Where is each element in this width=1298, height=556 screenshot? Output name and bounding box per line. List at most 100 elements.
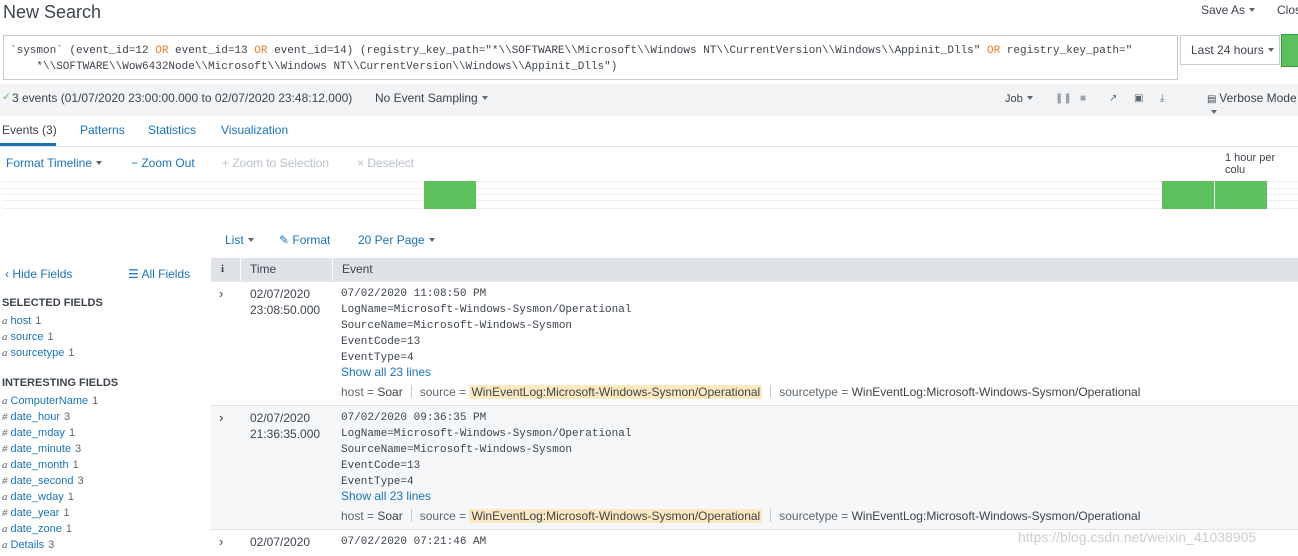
field-type-icon: a	[2, 539, 8, 551]
source-key: source =	[419, 385, 467, 399]
field-count: 1	[47, 331, 54, 343]
sourcetype-value[interactable]: WinEventLog:Microsoft-Windows-Sysmon/Ope…	[852, 509, 1141, 523]
time-range-picker[interactable]: Last 24 hours	[1180, 35, 1280, 65]
host-value[interactable]: Soar	[377, 385, 402, 399]
save-as-menu[interactable]: Save As	[1201, 3, 1255, 17]
format-timeline-menu[interactable]: Format Timeline	[6, 156, 102, 170]
timeline-bar[interactable]	[1215, 181, 1267, 209]
field-item[interactable]: a sourcetype 1	[2, 347, 74, 359]
share-icon[interactable]: ↗	[1109, 93, 1117, 104]
search-mode-menu[interactable]: ▤ Verbose Mode	[1207, 91, 1298, 119]
field-item[interactable]: # date_hour 3	[2, 411, 70, 423]
field-name: date_hour	[10, 411, 61, 423]
selected-fields-heading: SELECTED FIELDS	[2, 297, 103, 309]
list-view-menu[interactable]: List	[225, 233, 254, 247]
tab-visualization[interactable]: Visualization	[221, 123, 288, 137]
host-value[interactable]: Soar	[377, 509, 402, 523]
field-type-icon: #	[2, 507, 8, 519]
sourcetype-key: sourcetype =	[779, 509, 849, 523]
field-count: 1	[63, 507, 70, 519]
show-all-lines-link[interactable]: Show all 23 lines	[341, 365, 431, 379]
sourcetype-value[interactable]: WinEventLog:Microsoft-Windows-Sysmon/Ope…	[852, 385, 1141, 399]
source-key: source =	[419, 509, 467, 523]
source-value[interactable]: WinEventLog:Microsoft-Windows-Sysmon/Ope…	[469, 385, 763, 399]
zoom-selection-label: Zoom to Selection	[232, 156, 330, 170]
tab-events[interactable]: Events (3)	[2, 123, 57, 137]
time-column-header[interactable]: Time	[250, 262, 276, 276]
hide-fields-button[interactable]: ‹ Hide Fields	[5, 267, 72, 281]
source-value[interactable]: WinEventLog:Microsoft-Windows-Sysmon/Ope…	[469, 509, 763, 523]
deselect-button[interactable]: × Deselect	[357, 156, 414, 170]
field-count: 1	[35, 315, 42, 327]
format-button[interactable]: ✎ Format	[279, 233, 330, 247]
event-line: EventCode=13	[341, 336, 421, 348]
close-icon: ×	[357, 156, 368, 170]
field-separator	[770, 385, 772, 398]
field-type-icon: a	[2, 523, 8, 535]
field-name: sourcetype	[10, 347, 65, 359]
timeline-scale-label: 1 hour per colu	[1225, 152, 1276, 176]
field-count: 1	[68, 427, 76, 439]
field-type-icon: a	[2, 459, 8, 471]
field-item[interactable]: a ComputerName 1	[2, 395, 98, 407]
mode-label: Verbose Mode	[1219, 91, 1297, 105]
field-type-icon: a	[2, 347, 8, 359]
job-menu[interactable]: Job	[1005, 93, 1033, 105]
event-line: EventCode=13	[341, 460, 421, 472]
field-name: source	[10, 331, 44, 343]
export-icon[interactable]: ⤓	[1160, 93, 1164, 104]
field-separator	[410, 385, 412, 398]
field-item[interactable]: a date_zone 1	[2, 523, 72, 535]
zoom-to-selection-button[interactable]: + Zoom to Selection	[222, 156, 329, 170]
all-fields-button[interactable]: ☰ All Fields	[128, 267, 190, 281]
search-query[interactable]: `sysmon` (event_id=12 OR event_id=13 OR …	[10, 43, 1170, 75]
field-count: 3	[64, 411, 71, 423]
field-type-icon: #	[2, 427, 8, 439]
print-icon[interactable]: ▣	[1134, 93, 1143, 104]
pause-icon[interactable]: ❚❚	[1055, 93, 1072, 104]
field-name: date_year	[10, 507, 60, 519]
query-operator: OR	[155, 45, 169, 57]
expand-icon[interactable]: ›	[219, 534, 223, 549]
field-count: 1	[72, 459, 79, 471]
field-name: date_second	[10, 475, 74, 487]
field-separator	[770, 509, 772, 522]
expand-icon[interactable]: ›	[219, 410, 223, 425]
field-type-icon: a	[2, 491, 8, 503]
search-button[interactable]	[1281, 34, 1298, 67]
tab-patterns[interactable]: Patterns	[80, 123, 125, 137]
query-part: event_id=13	[168, 45, 255, 57]
per-page-menu[interactable]: 20 Per Page	[358, 233, 435, 247]
field-item[interactable]: a date_wday 1	[2, 491, 74, 503]
field-count: 1	[67, 491, 74, 503]
event-time-value: 23:08:50.000	[250, 303, 321, 317]
field-item[interactable]: a Details 3	[2, 539, 54, 551]
show-all-lines-link[interactable]: Show all 23 lines	[341, 489, 431, 503]
field-name: date_month	[10, 459, 69, 471]
host-key: host =	[341, 509, 375, 523]
field-item[interactable]: # date_year 1	[2, 507, 70, 519]
expand-icon[interactable]: ›	[219, 286, 223, 301]
watermark: https://blog.csdn.net/weixin_41038905	[1018, 529, 1257, 545]
event-sampling-menu[interactable]: No Event Sampling	[375, 91, 488, 105]
field-item[interactable]: a source 1	[2, 331, 54, 343]
field-name: host	[10, 315, 32, 327]
field-item[interactable]: # date_second 3	[2, 475, 84, 487]
check-icon: ✓	[2, 91, 12, 103]
event-column-header: Event	[342, 262, 373, 276]
field-item[interactable]: # date_minute 3	[2, 443, 81, 455]
query-operator: OR	[254, 45, 268, 57]
event-line: LogName=Microsoft-Windows-Sysmon/Operati…	[341, 304, 632, 316]
close-button[interactable]: Clos	[1277, 3, 1298, 17]
stop-icon[interactable]: ■	[1080, 93, 1086, 104]
field-item[interactable]: a date_month 1	[2, 459, 79, 471]
timeline-bar[interactable]	[424, 181, 476, 209]
timeline-chart[interactable]	[0, 180, 1298, 210]
field-item[interactable]: # date_mday 1	[2, 427, 75, 439]
tab-statistics[interactable]: Statistics	[148, 123, 196, 137]
zoom-out-button[interactable]: − Zoom Out	[131, 156, 195, 170]
interesting-fields-heading: INTERESTING FIELDS	[2, 377, 119, 389]
minus-icon: −	[131, 156, 142, 170]
timeline-bar[interactable]	[1162, 181, 1214, 209]
field-item[interactable]: a host 1	[2, 315, 41, 327]
